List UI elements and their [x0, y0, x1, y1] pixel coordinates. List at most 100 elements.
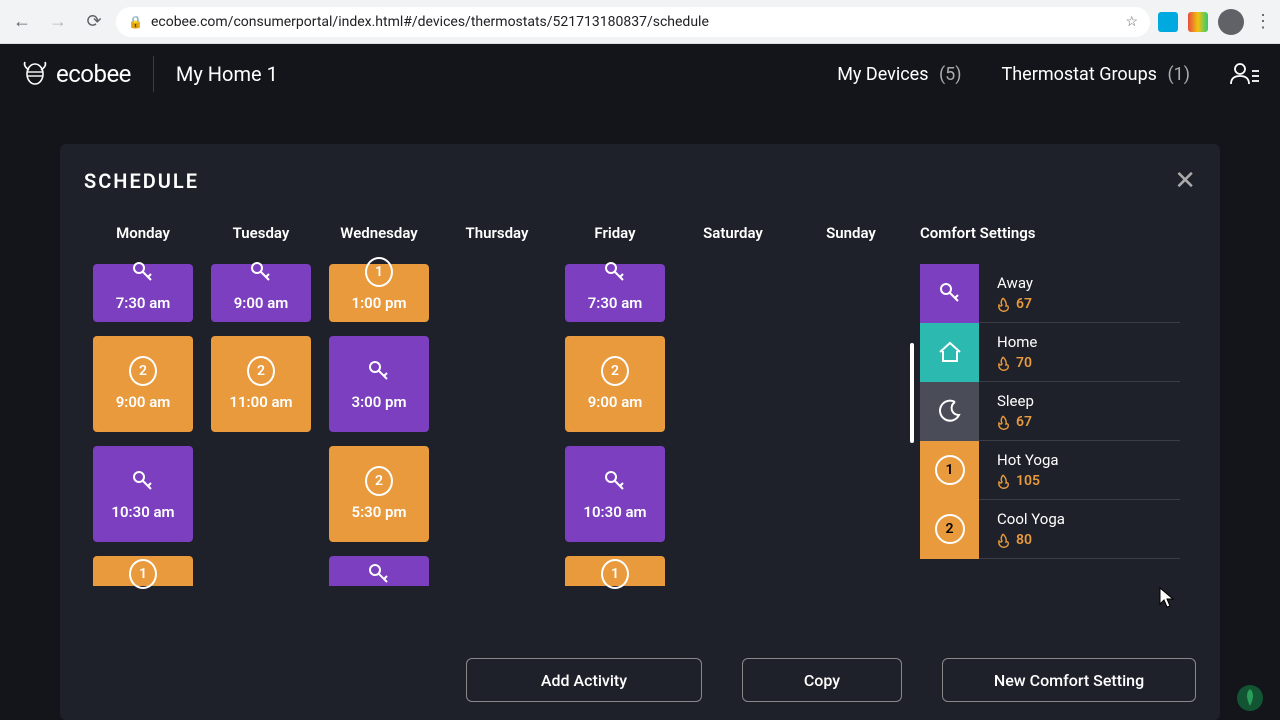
comfort-swatch: 1: [920, 441, 979, 500]
day-header-mon: Monday: [84, 206, 202, 264]
comfort-temp: 70: [997, 355, 1037, 371]
schedule-panel: SCHEDULE ✕ Monday Tuesday Wednesday Thur…: [60, 144, 1220, 720]
forward-button[interactable]: →: [44, 8, 72, 36]
menu-icon[interactable]: ⋮: [1254, 11, 1272, 32]
comfort-item[interactable]: Home 70: [920, 323, 1180, 382]
divider: [153, 56, 154, 92]
schedule-cell[interactable]: 2 9:00 am: [93, 336, 193, 432]
day-header-fri: Friday: [556, 206, 674, 264]
key-icon: [129, 258, 157, 286]
nav-my-devices[interactable]: My Devices (5): [837, 64, 961, 85]
key-icon: [247, 258, 275, 286]
number-badge: 1: [601, 560, 629, 588]
number-badge: 2: [247, 357, 275, 385]
column-wednesday: 11:00 pm 3:00 pm 2 5:30 pm: [320, 264, 438, 586]
number-badge: 2: [365, 467, 393, 495]
new-comfort-button[interactable]: New Comfort Setting: [942, 658, 1196, 702]
address-bar[interactable]: 🔒 ecobee.com/consumerportal/index.html#/…: [116, 7, 1150, 37]
close-button[interactable]: ✕: [1174, 168, 1196, 194]
lock-icon: 🔒: [128, 15, 143, 29]
comfort-temp: 80: [997, 532, 1065, 548]
cell-time: 5:30 pm: [352, 503, 407, 521]
schedule-cell[interactable]: 1: [93, 556, 193, 586]
bee-icon: [20, 59, 50, 89]
comfort-item[interactable]: 2 Cool Yoga 80: [920, 500, 1180, 559]
schedule-cell[interactable]: 2 5:30 pm: [329, 446, 429, 542]
key-icon: [129, 467, 157, 495]
copy-button[interactable]: Copy: [742, 658, 902, 702]
comfort-item[interactable]: Away67: [920, 264, 1180, 323]
day-header-sat: Saturday: [674, 206, 792, 264]
key-icon: [601, 467, 629, 495]
column-thursday: [438, 264, 556, 586]
cursor-icon: [1158, 586, 1176, 613]
cell-time: 9:00 am: [234, 294, 289, 312]
schedule-cell[interactable]: 9:00 am: [211, 264, 311, 322]
comfort-settings-list: Comfort Settings Away67 Home 70 Sleep 67 1Hot…: [920, 206, 1180, 586]
url-text: ecobee.com/consumerportal/index.html#/de…: [151, 14, 709, 30]
comfort-swatch: [920, 323, 979, 382]
reload-button[interactable]: ⟳: [80, 8, 108, 36]
extension-icon[interactable]: [1188, 12, 1208, 32]
comfort-temp: 67: [997, 414, 1034, 430]
schedule-cell[interactable]: 10:30 am: [93, 446, 193, 542]
add-activity-button[interactable]: Add Activity: [466, 658, 702, 702]
schedule-cell[interactable]: 1: [565, 556, 665, 586]
key-icon: [365, 357, 393, 385]
day-header-thu: Thursday: [438, 206, 556, 264]
comfort-name: Home: [997, 333, 1037, 351]
browser-toolbar: ← → ⟳ 🔒 ecobee.com/consumerportal/index.…: [0, 0, 1280, 44]
comfort-name: Cool Yoga: [997, 510, 1065, 528]
nav-thermostat-groups[interactable]: Thermostat Groups (1): [1002, 64, 1190, 85]
cell-time: 11:00 am: [229, 393, 292, 411]
schedule-cell[interactable]: 7:30 am: [565, 264, 665, 322]
scroll-indicator[interactable]: [910, 343, 914, 443]
extension-icon[interactable]: [1158, 12, 1178, 32]
key-icon: [601, 258, 629, 286]
cell-time: 9:00 am: [116, 393, 171, 411]
extension-icons: ⋮: [1158, 9, 1272, 35]
day-header-tue: Tuesday: [202, 206, 320, 264]
comfort-name: Sleep: [997, 392, 1034, 410]
cell-time: 1:00 pm: [352, 294, 407, 312]
cell-time: 10:30 am: [583, 503, 646, 521]
comfort-item[interactable]: Sleep 67: [920, 382, 1180, 441]
comfort-temp: 105: [997, 473, 1059, 489]
back-button[interactable]: ←: [8, 8, 36, 36]
column-monday: 7:30 am 2 9:00 am 10:30 am 1: [84, 264, 202, 586]
column-sunday: [792, 264, 910, 586]
schedule-cell[interactable]: [329, 556, 429, 586]
profile-avatar[interactable]: [1218, 9, 1244, 35]
number-badge: 1: [365, 258, 393, 286]
cell-time: 9:00 am: [588, 393, 643, 411]
panel-title: SCHEDULE: [84, 169, 199, 193]
star-icon[interactable]: ☆: [1125, 14, 1138, 30]
schedule-cell[interactable]: 7:30 am: [93, 264, 193, 322]
key-icon: [365, 560, 393, 588]
brand-logo[interactable]: ecobee: [20, 59, 131, 89]
number-badge: 2: [601, 357, 629, 385]
day-header-wed: Wednesday: [320, 206, 438, 264]
schedule-grid: Monday Tuesday Wednesday Thursday Friday…: [84, 206, 910, 586]
comfort-swatch: [920, 382, 979, 441]
schedule-cell[interactable]: 2 11:00 am: [211, 336, 311, 432]
cell-time: 7:30 am: [588, 294, 643, 312]
comfort-item[interactable]: 1Hot Yoga105: [920, 441, 1180, 500]
cell-time: 7:30 am: [116, 294, 171, 312]
eco-badge-icon: [1236, 684, 1264, 712]
cell-time: 3:00 pm: [352, 393, 407, 411]
day-header-sun: Sunday: [792, 206, 910, 264]
home-name[interactable]: My Home 1: [176, 62, 278, 86]
column-saturday: [674, 264, 792, 586]
schedule-cell[interactable]: 2 9:00 am: [565, 336, 665, 432]
comfort-swatch: 2: [920, 500, 979, 559]
schedule-cell[interactable]: 3:00 pm: [329, 336, 429, 432]
number-badge: 2: [129, 357, 157, 385]
comfort-heading: Comfort Settings: [920, 206, 1180, 264]
cell-time: 10:30 am: [111, 503, 174, 521]
app-body: SCHEDULE ✕ Monday Tuesday Wednesday Thur…: [0, 104, 1280, 720]
schedule-cell[interactable]: 11:00 pm: [329, 264, 429, 322]
account-icon[interactable]: [1230, 63, 1260, 85]
schedule-cell[interactable]: 10:30 am: [565, 446, 665, 542]
app-header: ecobee My Home 1 My Devices (5) Thermost…: [0, 44, 1280, 104]
